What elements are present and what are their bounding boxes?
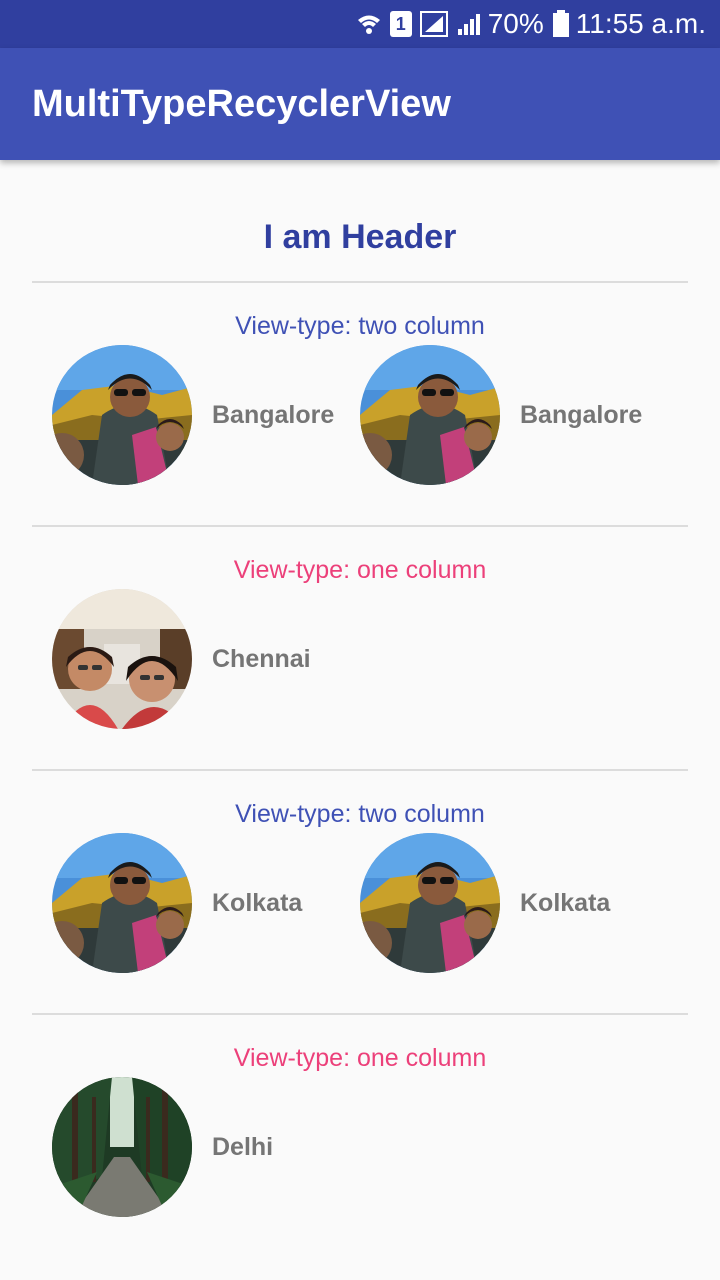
section-title: View-type: one column bbox=[233, 1044, 487, 1072]
signal-icon bbox=[419, 11, 448, 37]
divider bbox=[32, 281, 688, 283]
avatar bbox=[52, 345, 192, 485]
avatar bbox=[360, 345, 500, 485]
status-bar: 1 70% 11:55 a.m. bbox=[0, 0, 720, 48]
divider bbox=[32, 525, 688, 527]
list-header: I am Header bbox=[263, 218, 457, 256]
list-item[interactable]: Chennai bbox=[52, 589, 311, 729]
section-title: View-type: two column bbox=[235, 312, 485, 340]
avatar bbox=[360, 833, 500, 973]
list-item[interactable]: Delhi bbox=[52, 1077, 273, 1217]
app-bar: MultiTypeRecyclerView bbox=[0, 48, 720, 160]
city-label: Kolkata bbox=[520, 888, 611, 917]
wifi-icon bbox=[356, 11, 382, 37]
city-label: Kolkata bbox=[212, 888, 303, 917]
list-item[interactable]: Bangalore bbox=[360, 345, 642, 485]
avatar bbox=[52, 833, 192, 973]
divider bbox=[32, 769, 688, 771]
city-label: Bangalore bbox=[520, 400, 643, 429]
section-title: View-type: two column bbox=[235, 800, 485, 828]
sim-slot-label: 1 bbox=[389, 11, 412, 37]
app-title: MultiTypeRecyclerView bbox=[32, 82, 451, 125]
city-label: Bangalore bbox=[212, 400, 335, 429]
city-label: Chennai bbox=[212, 644, 311, 673]
avatar bbox=[52, 589, 192, 729]
avatar bbox=[52, 1077, 192, 1217]
list-item[interactable]: Kolkata bbox=[52, 833, 302, 973]
city-label: Delhi bbox=[212, 1132, 274, 1161]
signal-bars-icon bbox=[456, 11, 482, 37]
battery-icon bbox=[552, 10, 570, 38]
sim-slot-icon: 1 bbox=[389, 11, 412, 37]
section-title: View-type: one column bbox=[233, 556, 487, 584]
clock: 11:55 a.m. bbox=[575, 8, 706, 39]
divider bbox=[32, 1013, 688, 1015]
list-item[interactable]: Bangalore bbox=[52, 345, 334, 485]
list-item[interactable]: Kolkata bbox=[360, 833, 610, 973]
battery-percent: 70% bbox=[487, 8, 544, 39]
